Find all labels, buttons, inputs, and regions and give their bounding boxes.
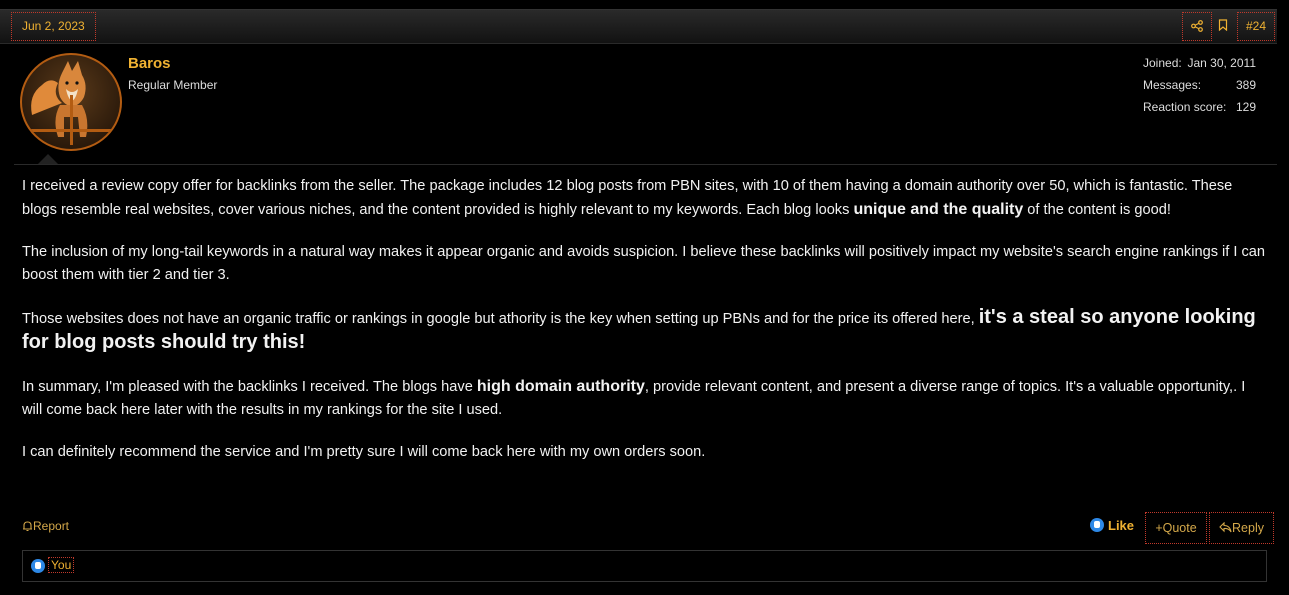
bold-text: high domain authority: [476, 378, 645, 395]
reply-button[interactable]: Reply: [1209, 512, 1274, 544]
bookmark-icon: [1218, 19, 1228, 32]
stat-value[interactable]: 389: [1236, 77, 1256, 93]
stat-label: Messages:: [1143, 78, 1202, 92]
message-arrow: [38, 154, 58, 164]
paragraph-1: I received a review copy offer for backl…: [22, 178, 1233, 218]
plus-icon: +: [1155, 521, 1163, 535]
post-container: Jun 2, 2023 #24 Baros Regular Member Joi…: [0, 0, 1289, 595]
post-date[interactable]: Jun 2, 2023: [11, 12, 96, 41]
paragraph-4: In summary, I'm pleased with the backlin…: [22, 378, 1246, 418]
user-title: Regular Member: [128, 78, 218, 92]
like-button[interactable]: Like: [1090, 518, 1134, 533]
stat-value: 129: [1235, 100, 1256, 114]
user-avatar[interactable]: [20, 53, 122, 151]
paragraph-5: I can definitely recommend the service a…: [22, 444, 706, 460]
reply-label: Reply: [1232, 521, 1264, 535]
post-body: I received a review copy offer for backl…: [22, 175, 1267, 483]
post-actions: Report Like +Quote Reply: [22, 512, 1277, 544]
reaction-you-link[interactable]: You: [48, 557, 75, 573]
post-header: Jun 2, 2023 #24: [0, 9, 1277, 44]
reactions-bar: You: [22, 550, 1267, 582]
paragraph-3: Those websites does not have an organic …: [22, 306, 1256, 353]
bold-text: unique and the quality: [853, 201, 1024, 218]
report-button[interactable]: Report: [22, 519, 69, 533]
reply-icon: [1219, 521, 1232, 533]
share-button[interactable]: [1182, 12, 1212, 41]
stat-reaction-score: Reaction score: 129: [1143, 99, 1256, 121]
bookmark-button[interactable]: [1212, 12, 1234, 39]
like-icon: [1090, 518, 1104, 532]
stat-label: Reaction score:: [1143, 100, 1227, 114]
stat-value: Jan 30, 2011: [1187, 56, 1256, 70]
fox-avatar-icon: [22, 61, 120, 145]
bell-icon: [23, 521, 32, 532]
divider: [14, 164, 1277, 165]
quote-button[interactable]: +Quote: [1145, 512, 1207, 544]
paragraph-2: The inclusion of my long-tail keywords i…: [22, 244, 1266, 283]
username[interactable]: Baros: [128, 55, 171, 72]
post-number-link[interactable]: #24: [1237, 12, 1275, 41]
stat-messages: Messages: 389: [1143, 77, 1256, 99]
report-label: Report: [33, 519, 70, 533]
like-label: Like: [1108, 518, 1135, 533]
quote-label: Quote: [1162, 521, 1197, 535]
stat-label: Joined:: [1143, 56, 1182, 70]
user-stats: Joined: Jan 30, 2011 Messages: 389 React…: [1143, 55, 1256, 121]
stat-joined: Joined: Jan 30, 2011: [1143, 55, 1256, 77]
share-icon: [1191, 20, 1203, 32]
like-reaction-icon: [31, 559, 45, 573]
